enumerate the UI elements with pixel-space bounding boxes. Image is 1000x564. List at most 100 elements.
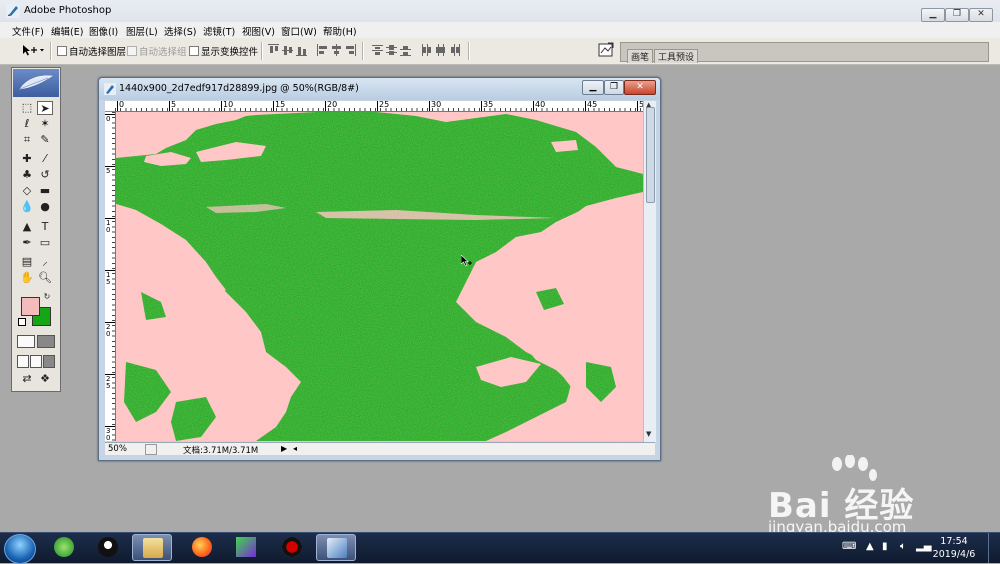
blur-tool-icon[interactable]: 💧 xyxy=(19,200,35,214)
dodge-tool-icon[interactable]: ● xyxy=(37,200,53,214)
image-canvas[interactable] xyxy=(116,112,643,441)
screen-mode-full-button[interactable] xyxy=(43,355,55,368)
jump-to-imageready-icon[interactable]: ⇄ xyxy=(19,372,35,386)
scroll-down-icon[interactable]: ▼ xyxy=(646,430,651,438)
tab-brushes[interactable]: 画笔 xyxy=(627,49,654,63)
file-browser-icon[interactable] xyxy=(598,42,614,58)
distribute-top-icon[interactable] xyxy=(372,44,383,56)
system-clock[interactable]: 17:54 2019/4/6 xyxy=(928,535,980,561)
menu-layer[interactable]: 图层(L) xyxy=(126,24,158,38)
tray-device-icon[interactable]: ▮ xyxy=(882,541,888,552)
zoom-tool-icon[interactable]: 🔍︎ xyxy=(37,271,53,285)
type-tool-icon[interactable]: T xyxy=(37,220,53,234)
taskbar-qq-icon[interactable] xyxy=(88,534,128,561)
align-bottom-icon[interactable] xyxy=(296,44,307,56)
notes-tool-icon[interactable]: ▤ xyxy=(19,255,35,269)
ruler-h-major-tick xyxy=(533,101,534,111)
tray-volume-icon[interactable]: 🔈︎ xyxy=(900,541,906,552)
toolbox-header[interactable] xyxy=(13,69,59,97)
document-titlebar[interactable]: 1440x900_2d7edf917d28899.jpg @ 50%(RGB/8… xyxy=(99,78,660,100)
taskbar-photoshop-icon[interactable] xyxy=(316,534,356,561)
taskbar-file-explorer-icon[interactable] xyxy=(132,534,172,561)
horizontal-ruler[interactable]: 05101520253035404550 xyxy=(115,101,643,112)
taskbar-360-browser-icon[interactable] xyxy=(44,534,84,561)
show-transform-controls-checkbox[interactable]: 显示变换控件 xyxy=(189,44,258,58)
quick-mask-mode-button[interactable] xyxy=(37,335,55,348)
history-brush-tool-icon[interactable]: ↺ xyxy=(37,168,53,182)
start-button-icon[interactable] xyxy=(4,534,36,564)
magic-wand-tool-icon[interactable]: ✶ xyxy=(37,117,53,131)
distribute-vcenter-icon[interactable] xyxy=(386,44,397,56)
menu-file[interactable]: 文件(F) xyxy=(12,24,44,38)
ruler-v-label: 10 xyxy=(106,219,111,234)
show-desktop-button[interactable] xyxy=(988,533,1000,563)
document-minimize-button[interactable]: ▁ xyxy=(582,80,604,95)
status-menu-arrow-icon[interactable]: ▶ xyxy=(281,444,287,453)
taskbar-firefox-icon[interactable] xyxy=(182,534,222,561)
crop-tool-icon[interactable]: ⌗ xyxy=(19,133,35,147)
standard-mode-button[interactable] xyxy=(17,335,35,348)
tray-keyboard-icon[interactable]: ⌨ xyxy=(842,541,856,552)
close-button[interactable]: ✕ xyxy=(969,8,993,22)
image-content xyxy=(116,112,643,441)
zoom-level[interactable]: 50% xyxy=(108,444,127,454)
imageready-icon[interactable]: ❖ xyxy=(37,372,53,386)
distribute-right-icon[interactable] xyxy=(449,44,460,56)
document-close-button[interactable]: ✕ xyxy=(624,80,656,95)
clone-stamp-tool-icon[interactable]: ♣ xyxy=(19,168,35,182)
document-restore-button[interactable]: ❐ xyxy=(604,80,624,95)
restore-button[interactable]: ❐ xyxy=(945,8,969,22)
menu-image[interactable]: 图像(I) xyxy=(89,24,118,38)
move-tool-preset-icon[interactable] xyxy=(21,43,47,57)
path-selection-tool-icon[interactable]: ▲ xyxy=(19,220,35,234)
distribute-bottom-icon[interactable] xyxy=(400,44,411,56)
align-left-icon[interactable] xyxy=(317,44,328,56)
brush-tool-icon[interactable]: ⁄ xyxy=(37,152,53,166)
align-right-icon[interactable] xyxy=(345,44,356,56)
scroll-left-icon[interactable]: ◂ xyxy=(293,444,297,453)
distribute-hcenter-icon[interactable] xyxy=(435,44,446,56)
menu-select[interactable]: 选择(S) xyxy=(164,24,196,38)
healing-brush-tool-icon[interactable]: ✚ xyxy=(19,152,35,166)
align-hcenter-icon[interactable] xyxy=(331,44,342,56)
status-info-icon[interactable] xyxy=(145,444,157,455)
menu-window[interactable]: 窗口(W) xyxy=(281,24,317,38)
ruler-h-major-tick xyxy=(481,101,482,111)
shape-tool-icon[interactable]: ▭ xyxy=(37,236,53,250)
auto-select-layer-checkbox[interactable]: 自动选择图层 xyxy=(57,44,126,58)
screen-mode-menubar-button[interactable] xyxy=(30,355,42,368)
scroll-thumb[interactable] xyxy=(646,107,655,203)
slice-tool-icon[interactable]: ✎ xyxy=(37,133,53,147)
ruler-v-label: 30 xyxy=(106,427,111,442)
clock-date: 2019/4/6 xyxy=(932,549,976,560)
foreground-color-swatch[interactable] xyxy=(21,297,40,316)
taskbar-video-app-icon[interactable] xyxy=(226,534,266,561)
menu-edit[interactable]: 编辑(E) xyxy=(51,24,83,38)
ruler-h-label: 45 xyxy=(587,101,598,109)
marquee-tool-icon[interactable]: ⬚ xyxy=(19,101,35,115)
eyedropper-tool-icon[interactable]: ⸝ xyxy=(37,255,53,269)
align-vcenter-icon[interactable] xyxy=(282,44,293,56)
gradient-tool-icon[interactable]: ▬ xyxy=(37,184,53,198)
tab-tool-presets[interactable]: 工具预设 xyxy=(654,49,699,63)
auto-select-group-checkbox[interactable]: 自动选择组 xyxy=(127,44,187,58)
screen-mode-standard-button[interactable] xyxy=(17,355,29,368)
swap-colors-icon[interactable]: ↻ xyxy=(42,292,52,302)
ruler-h-label: 40 xyxy=(535,101,546,109)
vertical-ruler[interactable]: 0 5 10 15 20 25 30 xyxy=(105,112,116,441)
menu-view[interactable]: 视图(V) xyxy=(242,24,275,38)
tray-show-hidden-icon[interactable]: ▲ xyxy=(866,541,874,552)
pen-tool-icon[interactable]: ✒ xyxy=(19,236,35,250)
default-colors-icon[interactable] xyxy=(18,318,26,326)
menu-filter[interactable]: 滤镜(T) xyxy=(203,24,235,38)
lasso-tool-icon[interactable]: ℓ xyxy=(19,117,35,131)
minimize-button[interactable]: ▁ xyxy=(921,8,945,22)
menu-help[interactable]: 帮助(H) xyxy=(323,24,357,38)
eraser-tool-icon[interactable]: ◇ xyxy=(19,184,35,198)
hand-tool-icon[interactable]: ✋ xyxy=(19,271,35,285)
taskbar-recorder-icon[interactable] xyxy=(272,534,312,561)
move-tool-icon[interactable]: ➤ xyxy=(37,101,53,115)
align-top-icon[interactable] xyxy=(268,44,279,56)
distribute-left-icon[interactable] xyxy=(421,44,432,56)
vertical-scrollbar[interactable]: ▲ ▼ xyxy=(643,101,656,442)
